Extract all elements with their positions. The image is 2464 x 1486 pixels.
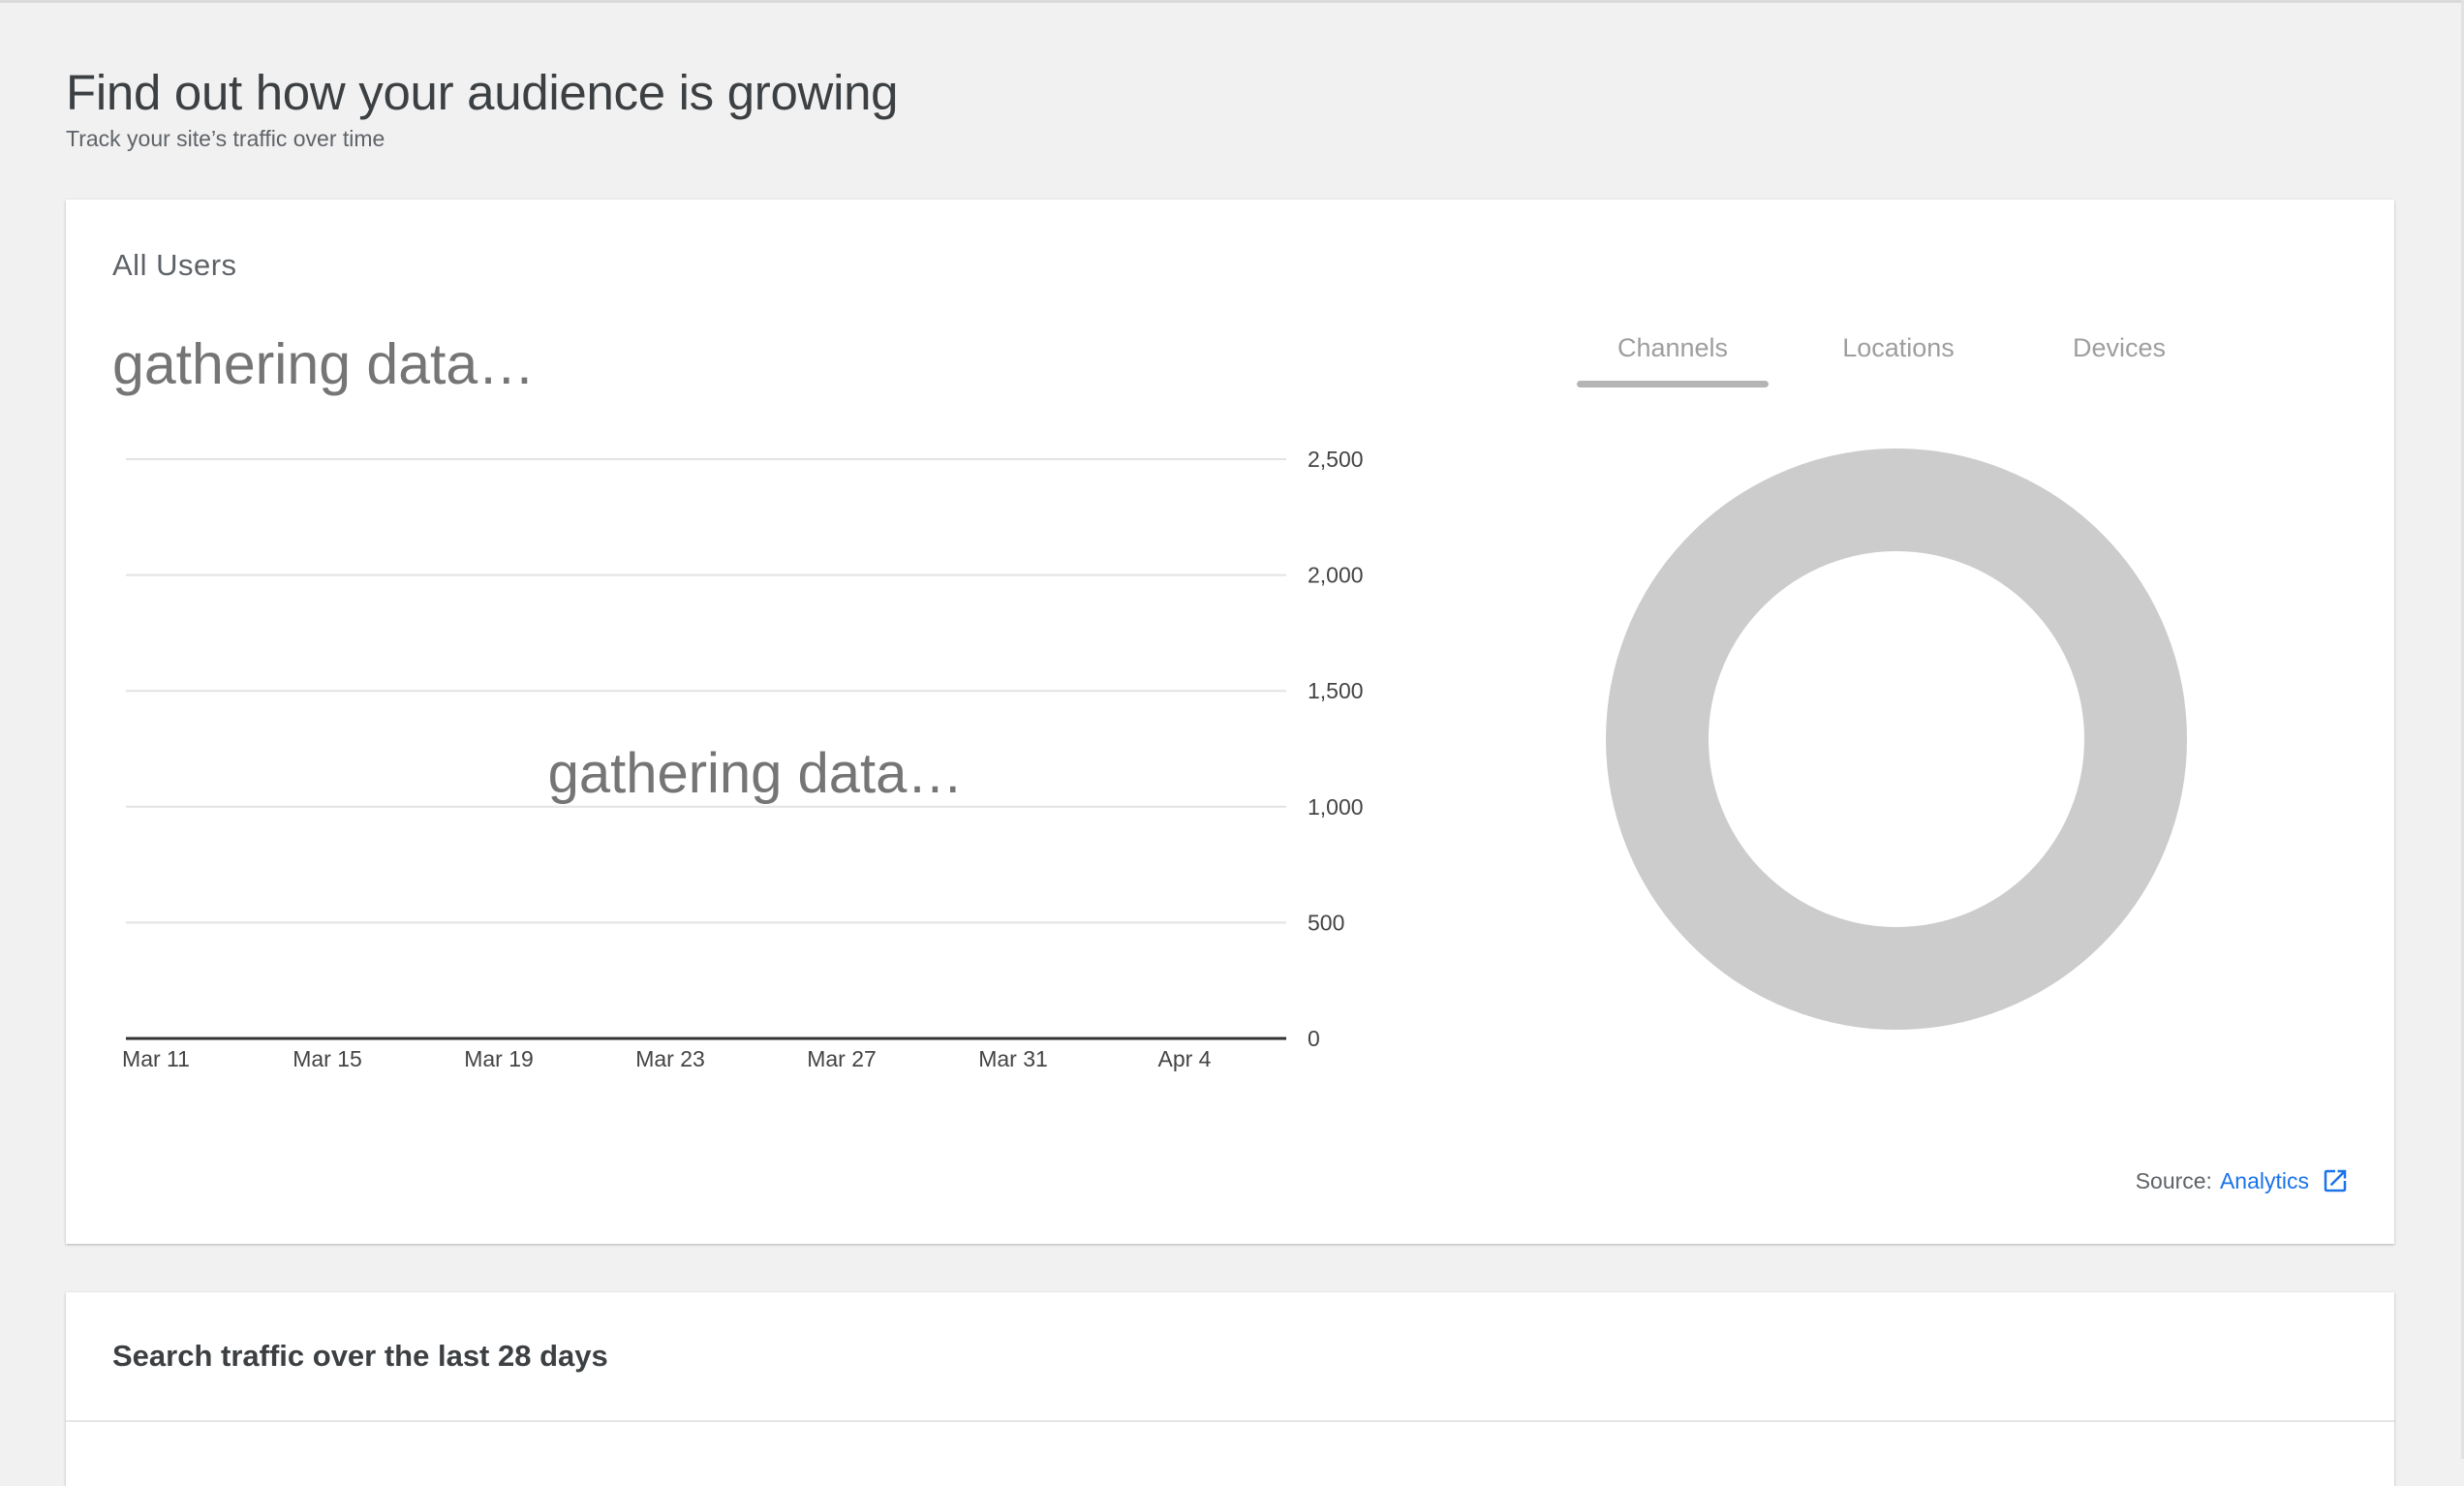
external-link-icon[interactable]	[2321, 1166, 2350, 1195]
card-divider	[66, 1420, 2394, 1422]
page-title: Find out how your audience is growing	[66, 65, 899, 120]
search-traffic-card: Search traffic over the last 28 days	[66, 1292, 2394, 1486]
source-attribution: Source: Analytics	[2136, 1166, 2350, 1195]
all-users-card: All Users gathering data… 2,500 2,000 1,50…	[66, 200, 2394, 1244]
search-traffic-title: Search traffic over the last 28 days	[112, 1339, 608, 1373]
source-label: Source:	[2135, 1167, 2212, 1193]
page-subtitle: Track your site’s traffic over time	[66, 126, 385, 151]
donut-ring	[1606, 449, 2187, 1030]
top-border	[0, 0, 2464, 3]
analytics-link[interactable]: Analytics	[2220, 1168, 2309, 1194]
breakdown-donut-chart	[1606, 449, 2187, 1030]
